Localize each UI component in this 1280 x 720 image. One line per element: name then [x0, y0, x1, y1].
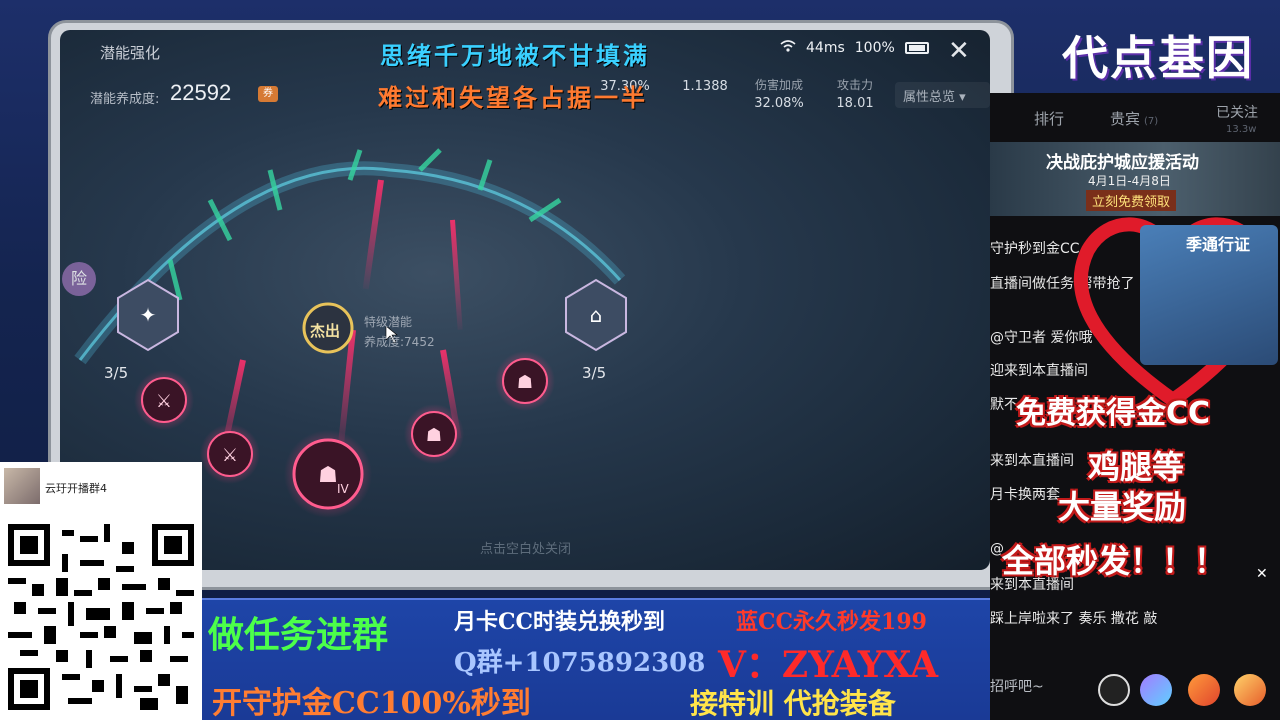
node-tooltip: 特级潜能 养成度:7452	[364, 312, 435, 352]
share-icon[interactable]	[1098, 674, 1130, 706]
ad-qq-group: Q群+1075892308	[454, 648, 706, 678]
lyric-line-2: 难过和失望各占据一半	[378, 83, 648, 112]
chat-line: 月卡换两套	[990, 487, 1060, 503]
ad-training: 接特训 代抢装备	[690, 687, 896, 720]
svg-text:⌂: ⌂	[590, 303, 603, 327]
stream-screen: 潜能强化 潜能养成度: 22592 券 37.30% 1.1388 伤害加成 3…	[0, 0, 1280, 720]
tier-roman: IV	[337, 482, 349, 496]
tooltip-value: 养成度:7452	[364, 335, 435, 349]
brand-title: 代点基因	[1062, 31, 1254, 85]
gift-icon[interactable]	[1188, 674, 1220, 706]
follower-count: 13.3w	[1226, 124, 1257, 135]
avatar	[4, 468, 40, 504]
left-node-count: 3/5	[104, 364, 129, 382]
pass-title: 季通行证	[1186, 235, 1251, 254]
svg-text:⚔: ⚔	[156, 391, 172, 412]
group-name: 云玗开播群4	[45, 482, 107, 495]
banner-claim-button[interactable]: 立刻免费领取	[1086, 190, 1177, 211]
right-node-count: 3/5	[582, 364, 607, 382]
tooltip-title: 特级潜能	[364, 315, 413, 329]
promo-line-4: 全部秒发！！！	[1002, 542, 1227, 580]
ad-join-group: 做任务进群	[208, 614, 389, 656]
svg-text:☗: ☗	[426, 425, 442, 446]
close-hint: 点击空白处关闭	[480, 542, 572, 557]
svg-text:☗: ☗	[318, 463, 338, 488]
followed-button[interactable]: 已关注	[1216, 102, 1258, 122]
close-icon[interactable]: ✕	[1256, 566, 1268, 582]
live-tabs: 排行 贵宾 (7) 已关注 13.3w	[990, 100, 1280, 140]
svg-text:⚔: ⚔	[222, 445, 238, 466]
chat-line: 守护秒到金CC	[990, 241, 1080, 257]
banner-date: 4月1日-4月8日	[1088, 174, 1171, 188]
side-node-badge[interactable]: 险	[62, 262, 96, 296]
gift-box-icon[interactable]	[1234, 674, 1266, 706]
banner-title: 决战庇护城应援活动	[1046, 153, 1199, 173]
vip-count: (7)	[1144, 116, 1159, 127]
promo-line-3: 大量奖励	[1058, 488, 1187, 526]
ad-blue-cc: 蓝CC永久秒发199	[736, 609, 927, 635]
chat-line: 来到本直播间	[990, 453, 1074, 469]
outstanding-badge[interactable]: 杰出	[310, 320, 340, 341]
chat-line: 默不	[990, 397, 1018, 413]
left-hex-node: ✦	[117, 278, 179, 352]
gift-bar: 招呼吧~	[990, 668, 1280, 720]
svg-text:☗: ☗	[517, 372, 533, 393]
promo-line-1: 免费获得金CC	[1016, 396, 1211, 431]
event-banner[interactable]: 决战庇护城应援活动 4月1日-4月8日 立刻免费领取	[990, 142, 1280, 216]
qr-card: 云玗开播群4	[0, 462, 202, 720]
ad-wechat: V：ZYAYXA	[718, 644, 939, 686]
qr-code-icon[interactable]	[8, 524, 194, 710]
svg-text:✦: ✦	[140, 303, 157, 327]
gift-icon[interactable]	[1140, 674, 1172, 706]
ad-guardian-cc: 开守护金CC100%秒到	[212, 686, 531, 720]
ad-strip: 做任务进群 月卡CC时装兑换秒到 蓝CC永久秒发199 Q群+107589230…	[202, 598, 990, 720]
tab-vip[interactable]: 贵宾	[1110, 108, 1140, 129]
tab-rank[interactable]: 排行	[1034, 108, 1064, 129]
ad-monthly-card: 月卡CC时装兑换秒到	[454, 609, 666, 635]
chat-input[interactable]: 招呼吧~	[990, 676, 1044, 696]
right-hex-node: ⌂	[565, 278, 627, 352]
season-pass-card[interactable]: 季通行证	[1140, 225, 1278, 365]
chat-line: 踩上岸啦来了 奏乐 撒花 敲	[990, 611, 1158, 627]
lyric-line-1: 思绪千万地被不甘填满	[380, 41, 650, 70]
